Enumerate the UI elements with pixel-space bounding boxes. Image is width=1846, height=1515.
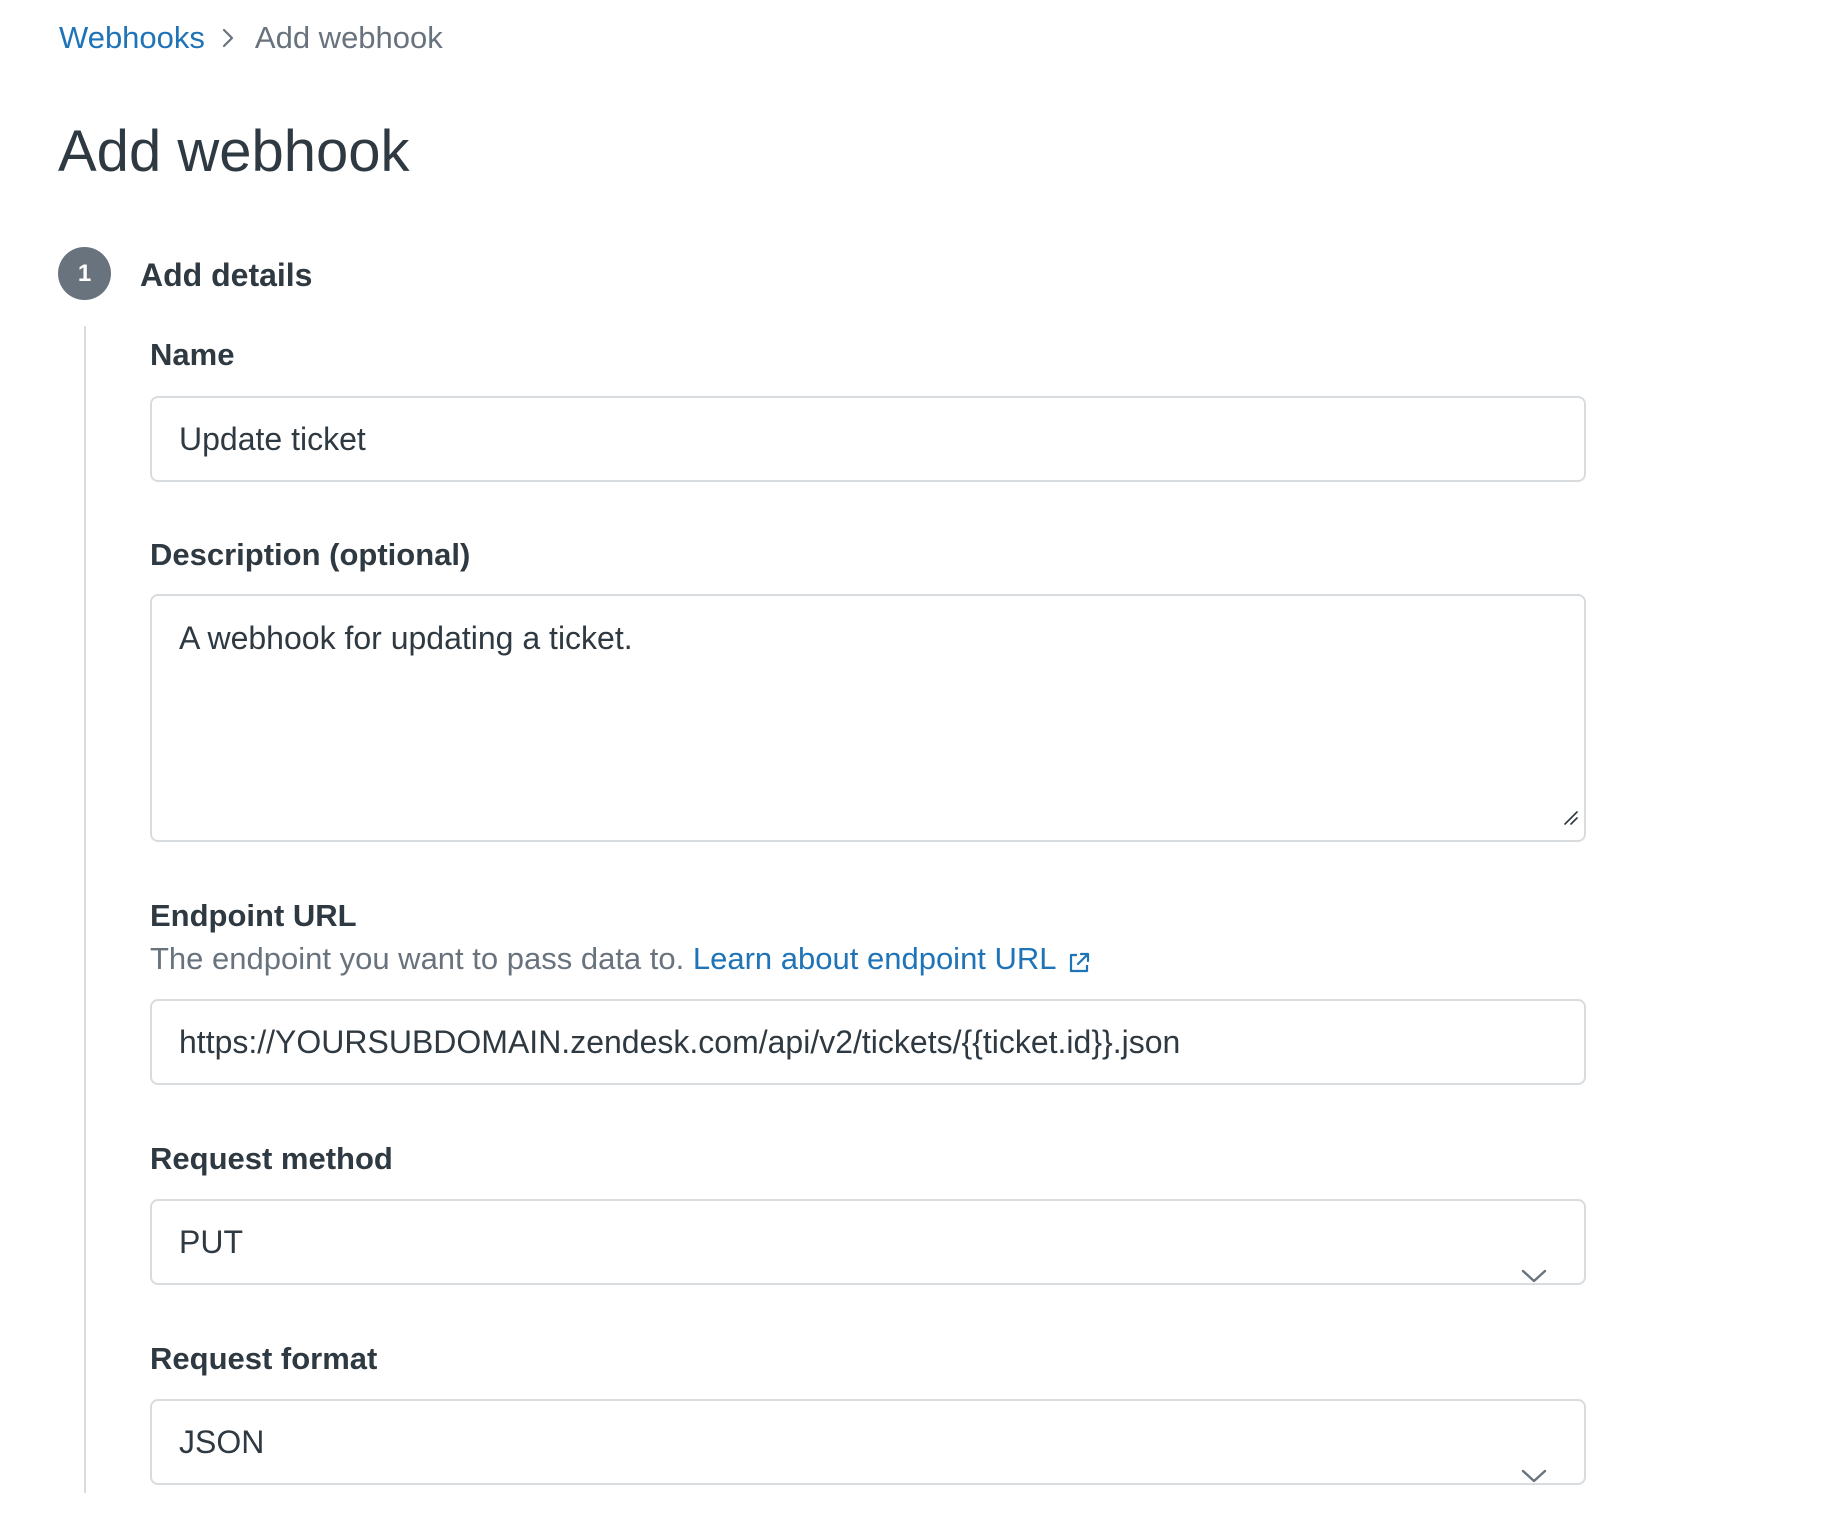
request-format-value: JSON: [179, 1424, 265, 1460]
description-text: A webhook for updating a ticket.: [179, 620, 633, 656]
endpoint-url-hint: The endpoint you want to pass data to. L…: [150, 939, 1091, 985]
name-label: Name: [150, 337, 235, 372]
external-link-icon: [1067, 945, 1091, 985]
endpoint-url-input[interactable]: https://YOURSUBDOMAIN.zendesk.com/api/v2…: [150, 999, 1586, 1085]
breadcrumb-webhooks-link[interactable]: Webhooks: [59, 18, 205, 58]
description-textarea[interactable]: A webhook for updating a ticket.: [150, 594, 1586, 842]
step-connector-line: [84, 326, 86, 1493]
chevron-right-icon: [217, 18, 243, 58]
request-format-select[interactable]: JSON: [150, 1399, 1586, 1485]
step-title: Add details: [140, 257, 313, 293]
request-method-value: PUT: [179, 1224, 243, 1260]
learn-endpoint-url-link-text: Learn about endpoint URL: [692, 941, 1057, 976]
chevron-down-icon: [1520, 1233, 1548, 1315]
breadcrumb-current: Add webhook: [254, 20, 443, 55]
request-method-label: Request method: [150, 1141, 393, 1176]
resize-grip-icon[interactable]: [1562, 794, 1578, 834]
description-label: Description (optional): [150, 537, 471, 572]
name-input[interactable]: Update ticket: [150, 396, 1586, 482]
chevron-down-icon: [1520, 1433, 1548, 1515]
endpoint-hint-text: The endpoint you want to pass data to.: [150, 941, 685, 976]
request-method-select[interactable]: PUT: [150, 1199, 1586, 1285]
page-title: Add webhook: [58, 119, 410, 184]
step-number-badge: 1: [58, 247, 111, 300]
request-format-label: Request format: [150, 1341, 378, 1376]
learn-endpoint-url-link[interactable]: Learn about endpoint URL: [693, 941, 1091, 976]
endpoint-url-label: Endpoint URL: [150, 898, 357, 933]
breadcrumb: Webhooks Add webhook: [59, 18, 443, 58]
